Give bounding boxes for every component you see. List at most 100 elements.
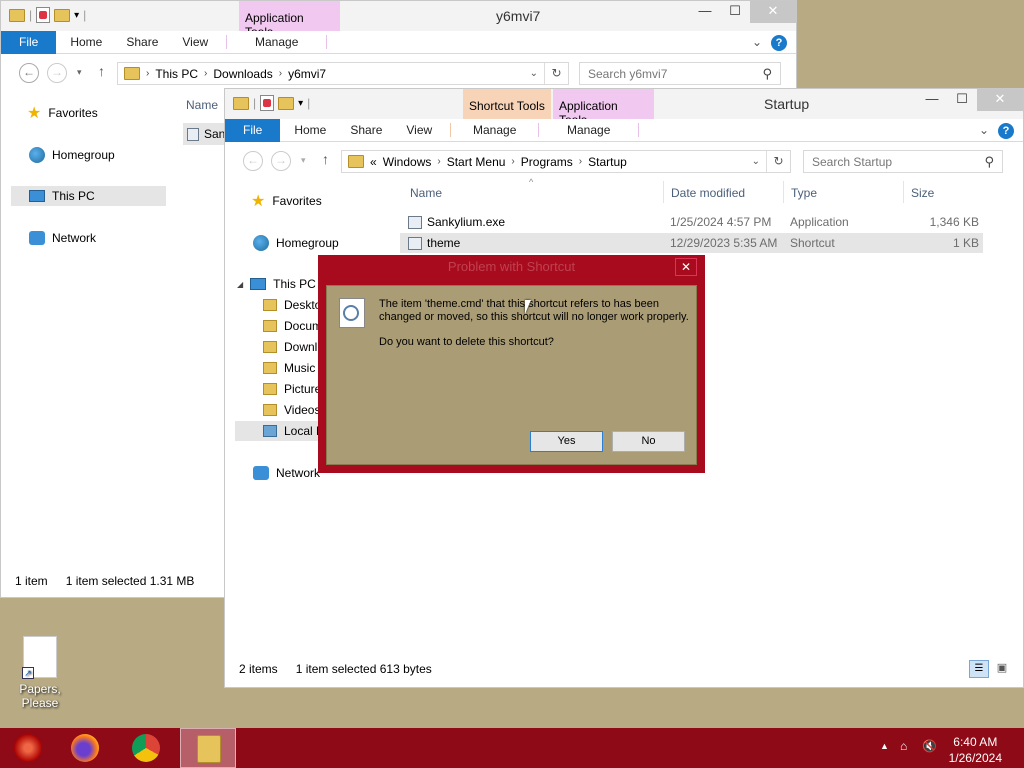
search-input[interactable]: Search Startup ⚲	[803, 150, 1003, 173]
maximize-button[interactable]: ☐	[720, 1, 750, 23]
taskbar-firefox[interactable]	[57, 728, 113, 768]
nav-downloads[interactable]: Downl	[263, 340, 317, 354]
address-dropdown-icon[interactable]: ⌄	[752, 156, 760, 167]
ribbon-expand-icon[interactable]: ⌄	[752, 35, 762, 49]
nav-homegroup[interactable]: Homegroup	[29, 147, 115, 163]
breadcrumb-windows[interactable]: Windows	[383, 155, 432, 169]
breadcrumb-overflow[interactable]: «	[370, 155, 377, 169]
taskbar-file-explorer[interactable]	[180, 728, 236, 768]
back-button[interactable]: ←	[19, 63, 39, 83]
nav-local-disk[interactable]: Local D	[263, 424, 325, 438]
help-icon[interactable]: ?	[771, 35, 787, 51]
details-view-icon[interactable]: ☰	[969, 660, 989, 678]
clock[interactable]: 6:40 AM 1/26/2024	[949, 734, 1002, 766]
tab-view[interactable]: View	[394, 123, 444, 137]
nav-videos[interactable]: Videos	[263, 403, 320, 417]
ribbon-expand-icon[interactable]: ⌄	[979, 123, 989, 137]
start-button[interactable]	[0, 728, 56, 768]
forward-button[interactable]: →	[47, 63, 67, 83]
nav-favorites[interactable]: ★ Favorites	[251, 191, 322, 211]
dialog-close-button[interactable]: ✕	[675, 258, 697, 276]
maximize-button[interactable]: ☐	[947, 89, 977, 111]
desktop-icon-papers-please[interactable]: ↗ Papers, Please	[4, 636, 76, 710]
up-button[interactable]: ↑	[322, 151, 329, 167]
help-icon[interactable]: ?	[998, 123, 1014, 139]
tab-manage-application[interactable]: Manage	[538, 123, 640, 137]
column-header-size[interactable]: Size	[911, 186, 934, 200]
nav-pictures[interactable]: Picture	[263, 382, 321, 396]
breadcrumb-startup[interactable]: Startup	[588, 155, 627, 169]
expand-arrow-icon[interactable]: ◢	[237, 280, 243, 289]
minimize-button[interactable]: —	[917, 89, 947, 111]
search-input[interactable]: Search y6mvi7 ⚲	[579, 62, 781, 85]
file-row-selected[interactable]: theme 12/29/2023 5:35 AM Shortcut 1 KB	[400, 233, 983, 253]
tab-home[interactable]: Home	[280, 123, 338, 137]
breadcrumb-start-menu[interactable]: Start Menu	[447, 155, 506, 169]
magnifier-document-icon	[339, 298, 365, 328]
breadcrumb-programs[interactable]: Programs	[521, 155, 573, 169]
tab-file[interactable]: File	[1, 30, 57, 54]
column-header-name[interactable]: Name	[410, 186, 442, 200]
new-folder-icon[interactable]	[278, 96, 295, 110]
column-header-date[interactable]: Date modified	[671, 186, 745, 200]
customize-dropdown-icon[interactable]: ▾	[74, 10, 79, 21]
nav-network[interactable]: Network	[253, 466, 320, 480]
large-icons-view-icon[interactable]: ▣	[993, 660, 1011, 678]
nav-this-pc[interactable]: This PC	[29, 189, 95, 203]
homegroup-icon	[253, 235, 269, 251]
customize-dropdown-icon[interactable]: ▾	[298, 98, 303, 109]
volume-muted-icon[interactable]: 🔇	[922, 739, 937, 753]
address-dropdown-icon[interactable]: ⌄	[530, 68, 538, 79]
file-row[interactable]: Sankylium.exe 1/25/2024 4:57 PM Applicat…	[400, 212, 983, 232]
breadcrumb-downloads[interactable]: Downloads	[213, 67, 272, 81]
refresh-icon[interactable]: ↻	[544, 63, 568, 84]
recent-dropdown-icon[interactable]: ▾	[301, 155, 306, 166]
back-button[interactable]: ←	[243, 151, 263, 171]
close-button[interactable]: ✕	[977, 89, 1023, 111]
nav-documents[interactable]: Docum	[263, 319, 322, 333]
show-hidden-icons-icon[interactable]: ▲	[880, 741, 889, 751]
yes-button[interactable]: Yes	[530, 431, 603, 452]
nav-homegroup[interactable]: Homegroup	[253, 235, 339, 251]
file-row-partial[interactable]: San	[183, 123, 227, 145]
nav-favorites[interactable]: ★ Favorites	[27, 103, 98, 123]
nav-desktop[interactable]: Deskto	[263, 298, 321, 312]
tab-share[interactable]: Share	[338, 123, 394, 137]
properties-icon[interactable]	[260, 95, 275, 111]
close-button[interactable]: ✕	[750, 1, 796, 23]
ribbon-tabs: File Home Share View Manage Manage ⌄ ?	[225, 118, 1023, 142]
recent-dropdown-icon[interactable]: ▾	[77, 67, 82, 78]
tab-home[interactable]: Home	[56, 35, 114, 49]
dialog-title: Problem with Shortcut	[447, 259, 576, 274]
context-tab-application-tools: Application Tools	[239, 1, 340, 39]
taskbar-chrome[interactable]	[118, 728, 174, 768]
network-status-icon[interactable]: ⌂	[900, 739, 907, 753]
tab-file[interactable]: File	[225, 118, 281, 142]
minimize-button[interactable]: —	[690, 1, 720, 23]
tab-share[interactable]: Share	[114, 35, 170, 49]
column-header-type[interactable]: Type	[791, 186, 817, 200]
nav-this-pc[interactable]: ◢ This PC	[237, 277, 316, 291]
firefox-icon	[71, 734, 99, 762]
breadcrumb-this-pc[interactable]: This PC	[155, 67, 198, 81]
column-header-name[interactable]: Name	[186, 98, 218, 112]
tab-view[interactable]: View	[170, 35, 220, 49]
title-bar[interactable]: | ▾ | Shortcut Tools Application Tools S…	[225, 89, 1023, 127]
title-bar[interactable]: | ▾ | Application Tools y6mvi7 — ☐ ✕	[1, 1, 796, 39]
quick-access-toolbar: | ▾ |	[9, 7, 86, 23]
up-button[interactable]: ↑	[98, 63, 105, 79]
problem-with-shortcut-dialog[interactable]: Problem with Shortcut ✕ The item 'theme.…	[318, 255, 705, 473]
breadcrumb-y6mvi7[interactable]: y6mvi7	[288, 67, 326, 81]
tab-manage-shortcut[interactable]: Manage	[450, 123, 538, 137]
nav-network[interactable]: Network	[29, 231, 96, 245]
no-button[interactable]: No	[612, 431, 685, 452]
address-bar[interactable]: › This PC › Downloads › y6mvi7 ⌄ ↻	[117, 62, 569, 85]
start-orb-icon	[14, 734, 42, 762]
address-bar[interactable]: « Windows › Start Menu › Programs › Star…	[341, 150, 791, 173]
new-folder-icon[interactable]	[54, 8, 71, 22]
nav-music[interactable]: Music	[263, 361, 315, 375]
refresh-icon[interactable]: ↻	[766, 151, 790, 172]
forward-button[interactable]: →	[271, 151, 291, 171]
properties-icon[interactable]	[36, 7, 51, 23]
tab-manage[interactable]: Manage	[226, 35, 328, 49]
